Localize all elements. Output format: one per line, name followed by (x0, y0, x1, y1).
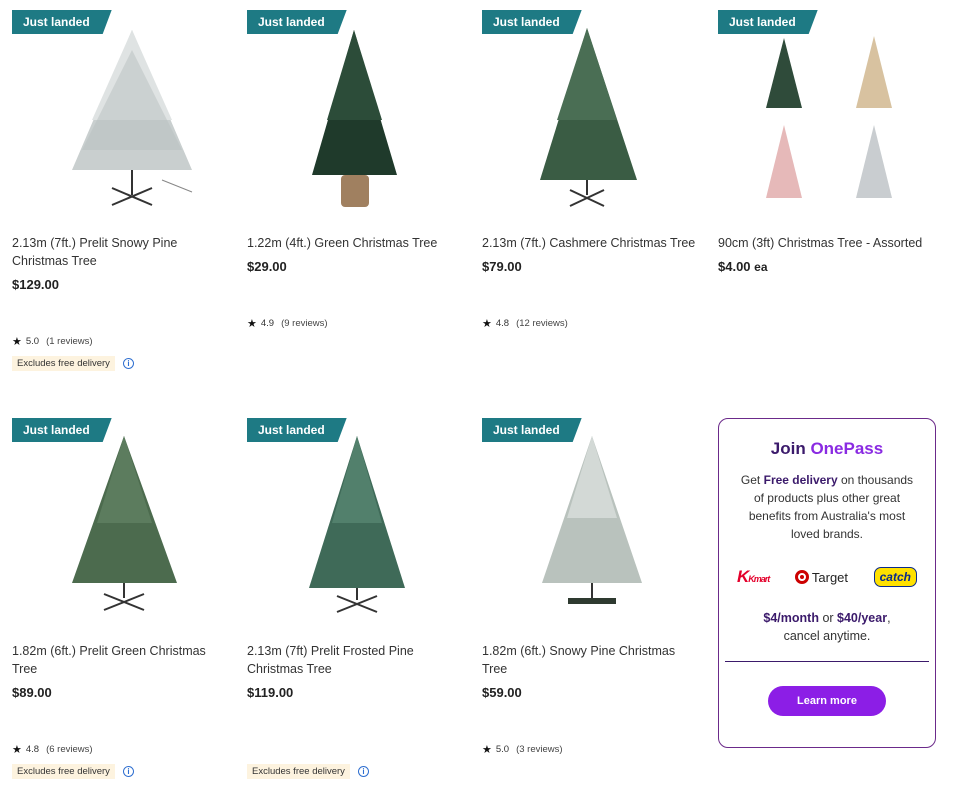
description-highlight: Free delivery (763, 473, 838, 487)
product-card[interactable]: Just landed 2.13m (7ft.) Prelit Snowy Pi… (12, 10, 232, 371)
product-price: $129.00 (12, 277, 59, 292)
review-count[interactable]: (9 reviews) (281, 318, 327, 329)
rating-value: 4.9 (260, 318, 275, 329)
product-image[interactable]: Just landed (247, 10, 467, 220)
target-logo: Target (794, 569, 849, 585)
product-title[interactable]: 2.13m (7ft.) Cashmere Christmas Tree (482, 234, 702, 252)
product-card[interactable]: Just landed 2.13m (7ft) Prelit Frosted P… (247, 418, 467, 779)
onepass-description: Get Free delivery on thousands of produc… (737, 471, 917, 543)
star-icon: ★ (247, 318, 257, 330)
just-landed-badge: Just landed (247, 10, 347, 34)
product-title[interactable]: 1.22m (4ft.) Green Christmas Tree (247, 234, 467, 252)
product-image[interactable]: Just landed (482, 10, 702, 220)
product-price: $79.00 (482, 259, 522, 274)
just-landed-badge: Just landed (12, 10, 112, 34)
catch-logo: catch (873, 567, 917, 587)
price-post: , (887, 611, 891, 625)
kmart-logo: KKmart (737, 567, 770, 586)
onepass-pricing: $4/month or $40/year, cancel anytime. (719, 609, 935, 645)
price-value: $4.00 (718, 259, 751, 274)
product-title[interactable]: 2.13m (7ft.) Prelit Snowy Pine Christmas… (12, 234, 232, 270)
review-count[interactable]: (12 reviews) (516, 318, 568, 329)
excludes-delivery-tag: Excludes free delivery (12, 764, 115, 779)
product-image[interactable]: Just landed (482, 418, 702, 628)
product-price: $119.00 (247, 685, 294, 700)
learn-more-button[interactable]: Learn more (768, 686, 886, 716)
divider (725, 661, 929, 662)
prelit-green-tree-image (72, 436, 177, 611)
target-logo-text: Target (811, 569, 849, 585)
product-card[interactable]: Just landed 1.22m (4ft.) Green Christmas… (247, 10, 467, 330)
rating-value: 5.0 (495, 744, 510, 755)
excludes-delivery-tag: Excludes free delivery (247, 764, 350, 779)
star-icon: ★ (12, 336, 22, 348)
onepass-heading: Join OnePass (719, 439, 935, 459)
star-icon: ★ (482, 318, 492, 330)
product-image[interactable]: Just landed (718, 10, 938, 220)
rating-value: 5.0 (25, 336, 40, 347)
rating-value: 4.8 (495, 318, 510, 329)
price-suffix: ea (754, 260, 768, 274)
product-rating: ★ 5.0 (1 reviews) (12, 335, 93, 348)
product-title[interactable]: 1.82m (6ft.) Snowy Pine Christmas Tree (482, 642, 702, 678)
assorted-trees-image (766, 36, 892, 198)
excludes-free-delivery: Excludes free delivery i (12, 764, 134, 779)
price-year: $40/year (837, 611, 888, 625)
product-image[interactable]: Just landed (12, 10, 232, 220)
product-title[interactable]: 2.13m (7ft) Prelit Frosted Pine Christma… (247, 642, 467, 678)
info-icon[interactable]: i (122, 766, 134, 777)
target-bullseye-icon (794, 570, 809, 584)
just-landed-badge: Just landed (718, 10, 818, 34)
price-or: or (818, 611, 838, 625)
info-icon[interactable]: i (357, 766, 369, 777)
product-image[interactable]: Just landed (247, 418, 467, 628)
review-count[interactable]: (1 reviews) (46, 336, 92, 347)
excludes-free-delivery: Excludes free delivery i (247, 764, 369, 779)
star-icon: ★ (12, 744, 22, 756)
onepass-logo: OnePass (810, 439, 884, 458)
product-rating: ★ 4.8 (6 reviews) (12, 743, 93, 756)
just-landed-badge: Just landed (12, 418, 112, 442)
product-title[interactable]: 90cm (3ft) Christmas Tree - Assorted (718, 234, 938, 252)
product-rating: ★ 4.9 (9 reviews) (247, 317, 328, 330)
just-landed-badge: Just landed (482, 10, 582, 34)
product-title[interactable]: 1.82m (6ft.) Prelit Green Christmas Tree (12, 642, 232, 678)
product-rating: ★ 5.0 (3 reviews) (482, 743, 563, 756)
join-label: Join (770, 439, 806, 458)
product-price: $29.00 (247, 259, 287, 274)
review-count[interactable]: (3 reviews) (516, 744, 562, 755)
description-pre: Get (740, 473, 764, 487)
snowy-tree-image (72, 30, 193, 206)
green-tree-image (312, 30, 397, 207)
partner-logos: KKmart Target catch (719, 565, 935, 589)
product-price: $89.00 (12, 685, 52, 700)
cashmere-tree-image (540, 28, 637, 207)
star-icon: ★ (482, 744, 492, 756)
product-rating: ★ 4.8 (12 reviews) (482, 317, 568, 330)
just-landed-badge: Just landed (247, 418, 347, 442)
product-card[interactable]: Just landed 2.13m (7ft.) Cashmere Christ… (482, 10, 702, 330)
review-count[interactable]: (6 reviews) (46, 744, 92, 755)
price-month: $4/month (763, 611, 819, 625)
cancel-anytime: cancel anytime. (783, 629, 871, 643)
snowy-pine-tree-image (542, 436, 642, 604)
excludes-free-delivery: Excludes free delivery i (12, 356, 134, 371)
rating-value: 4.8 (25, 744, 40, 755)
product-price: $59.00 (482, 685, 522, 700)
product-card[interactable]: Just landed 1.82m (6ft.) Snowy Pine Chri… (482, 418, 702, 756)
product-card[interactable]: Just landed 90cm (3ft) Christmas Tree - … (718, 10, 938, 274)
just-landed-badge: Just landed (482, 418, 582, 442)
product-card[interactable]: Just landed 1.82m (6ft.) Prelit Green Ch… (12, 418, 232, 779)
onepass-promo-card: Join OnePass Get Free delivery on thousa… (718, 418, 936, 748)
info-icon[interactable]: i (122, 358, 134, 369)
product-price: $4.00 ea (718, 259, 938, 274)
frosted-pine-tree-image (309, 436, 405, 613)
excludes-delivery-tag: Excludes free delivery (12, 356, 115, 371)
product-image[interactable]: Just landed (12, 418, 232, 628)
